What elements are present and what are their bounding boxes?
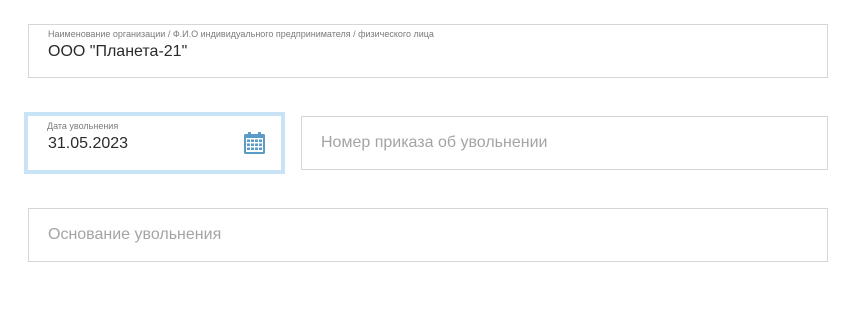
organization-field-value: ООО "Планета-21" (48, 43, 188, 60)
organization-field-label: Наименование организации / Ф.И.О индивид… (48, 29, 434, 39)
organization-field[interactable]: Наименование организации / Ф.И.О индивид… (28, 24, 828, 78)
order-number-field[interactable]: Номер приказа об увольнении (301, 116, 828, 170)
dismissal-reason-placeholder: Основание увольнения (48, 226, 222, 243)
dismissal-date-field[interactable]: Дата увольнения 31.05.2023 (24, 112, 285, 174)
calendar-icon[interactable] (244, 132, 265, 154)
order-number-placeholder: Номер приказа об увольнении (321, 134, 548, 151)
dismissal-reason-field[interactable]: Основание увольнения (28, 208, 828, 262)
dismissal-date-label: Дата увольнения (47, 121, 119, 131)
dismissal-date-value: 31.05.2023 (48, 135, 129, 152)
